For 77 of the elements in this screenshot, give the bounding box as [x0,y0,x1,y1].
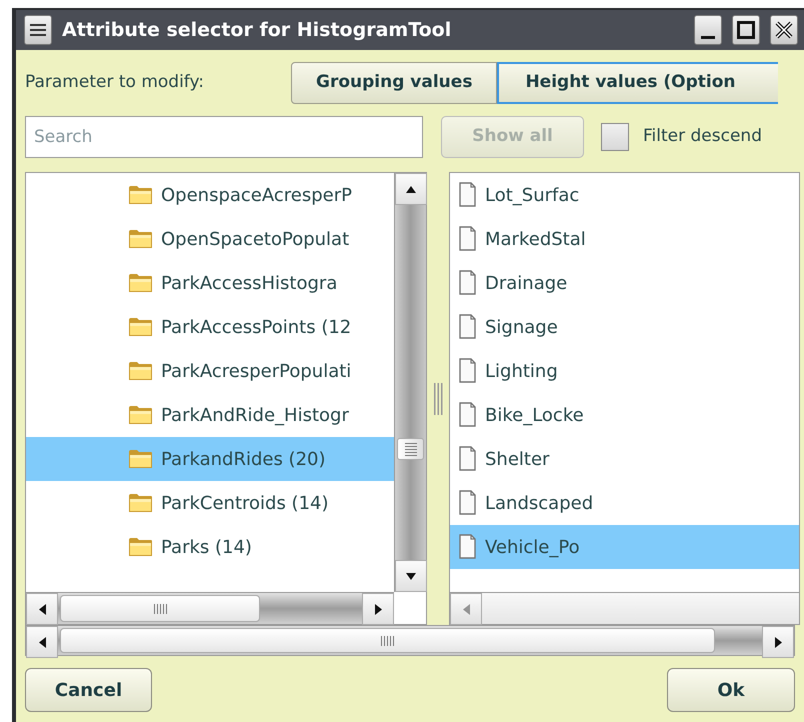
arrow-left-icon [460,602,472,616]
folder-icon [128,536,153,558]
menu-icon [30,23,46,37]
scroll-thumb[interactable] [397,438,424,460]
parameter-label: Parameter to modify: [25,71,206,94]
document-icon [458,270,477,296]
minimize-icon [701,36,715,38]
arrow-left-icon [36,636,48,648]
close-button[interactable] [770,15,798,45]
folder-icon [128,448,153,470]
maximize-icon [737,21,755,39]
list-item[interactable]: MarkedStal [450,217,799,261]
scroll-up-button[interactable] [395,173,427,205]
folder-icon [128,184,153,206]
close-icon [775,21,793,39]
horizontal-scrollbar[interactable] [26,592,394,624]
parameter-tab[interactable]: Grouping values [291,62,498,104]
document-icon [458,182,477,208]
document-icon [458,402,477,428]
folder-icon [128,360,153,382]
list-item[interactable]: OpenSpacetoPopulat [26,217,394,261]
arrow-up-icon [404,184,418,194]
scroll-left-button[interactable] [26,626,58,658]
scroll-thumb[interactable] [60,628,715,653]
vertical-scrollbar[interactable] [394,173,426,592]
list-item[interactable]: Drainage [450,261,799,305]
grip-icon [404,442,416,456]
list-item[interactable]: Vehicle_Po [450,525,799,569]
list-item[interactable]: Bike_Locke [450,393,799,437]
list-item[interactable]: ParkAccessPoints (12 [26,305,394,349]
arrow-down-icon [404,570,418,582]
document-icon [458,358,477,384]
search-field[interactable]: Search [25,116,423,158]
splitter-handle-icon [433,382,443,414]
list-item[interactable]: Lighting [450,349,799,393]
folder-icon [128,228,153,250]
folder-icon [128,492,153,514]
window-title: Attribute selector for HistogramTool [62,18,452,43]
list-item[interactable]: ParkAcresperPopulati [26,349,394,393]
scroll-right-button[interactable] [762,626,794,658]
folder-icon [128,404,153,426]
list-item[interactable]: OpenspaceAcresperP [26,173,394,217]
filter-checkbox[interactable] [601,123,629,151]
folder-icon [128,316,153,338]
grip-icon [381,636,394,646]
list-item[interactable]: ParkCentroids (14) [26,481,394,525]
grip-icon [154,604,166,614]
list-item[interactable]: ParkAccessHistogra [26,261,394,305]
arrow-right-icon [772,636,784,648]
folder-icon [128,272,153,294]
parameter-tab[interactable]: Height values (Option [497,62,778,104]
scroll-left-button[interactable] [26,593,58,625]
menu-button[interactable] [24,15,52,45]
horizontal-scrollbar[interactable] [450,592,799,624]
scroll-thumb[interactable] [60,595,260,622]
list-item[interactable]: Lot_Surfac [450,173,799,217]
document-icon [458,490,477,516]
scroll-right-button[interactable] [362,593,394,625]
horizontal-scrollbar[interactable] [25,625,795,656]
minimize-button[interactable] [694,15,722,45]
document-icon [458,314,477,340]
filter-label: Filter descend [643,125,762,148]
scroll-down-button[interactable] [395,560,427,592]
list-item[interactable]: Landscaped [450,481,799,525]
list-item[interactable]: ParkAndRide_Histogr [26,393,394,437]
list-item[interactable]: Parks (14) [26,525,394,569]
document-icon [458,226,477,252]
document-icon [458,534,477,560]
list-item[interactable]: Signage [450,305,799,349]
document-icon [458,446,477,472]
list-item[interactable]: Shelter [450,437,799,481]
ok-button[interactable]: Ok [667,668,795,712]
cancel-button[interactable]: Cancel [25,668,152,712]
list-item[interactable]: ParkandRides (20) [26,437,394,481]
maximize-button[interactable] [732,15,760,45]
arrow-right-icon [372,602,384,616]
arrow-left-icon [36,602,48,616]
